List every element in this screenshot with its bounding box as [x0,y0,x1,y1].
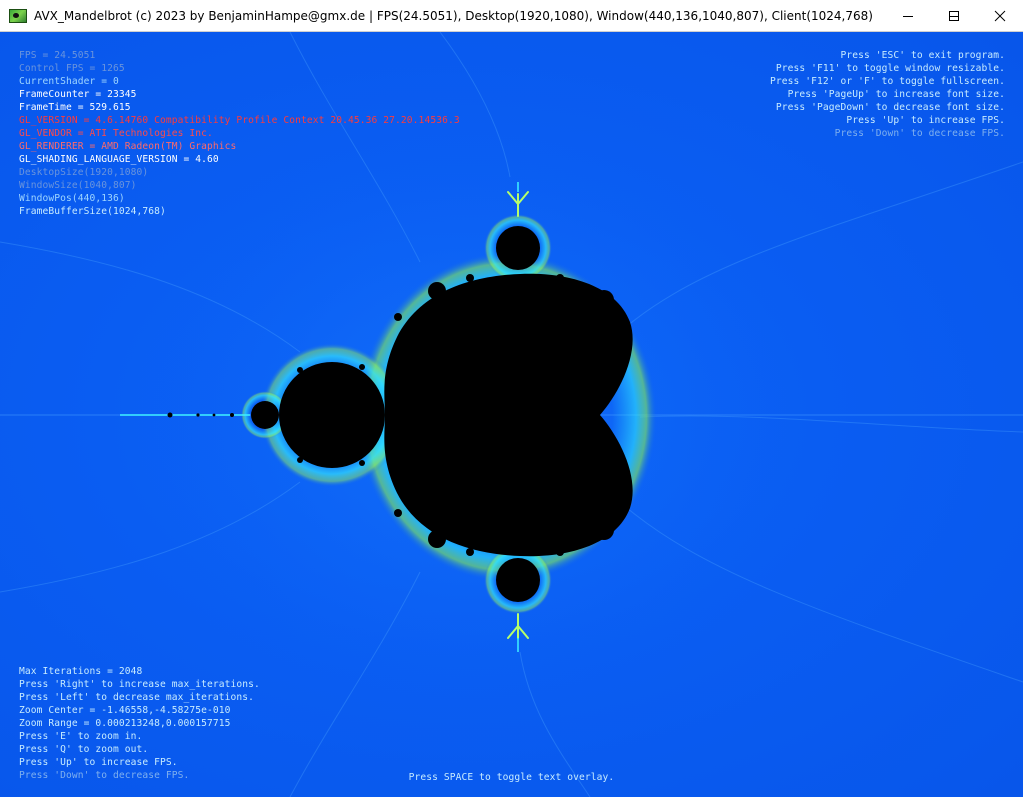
space-toggle-hint: Press SPACE to toggle text overlay. [408,772,615,783]
top-right-help: Press 'ESC' to exit program. Press 'F11' … [770,49,1005,140]
zoom-info-line: Press 'Right' to increase max_iterations… [19,679,260,690]
render-canvas[interactable]: FPS = 24.5051 Control FPS = 1265 CurrentSh… [0,32,1023,797]
info-line: FrameCounter = 23345 [19,89,137,100]
app-fractal-icon [9,8,27,23]
zoom-info-line: Zoom Range = 0.000213248,0.000157715 [19,718,231,729]
info-line: GL_VENDOR = ATI Technologies Inc. [19,128,213,139]
info-line: WindowPos(440,136) [19,193,125,204]
bottom-left-info: Max Iterations = 2048 Press 'Right' to in… [19,665,260,782]
info-line: FrameTime = 529.615 [19,102,131,113]
help-line: Press 'F12' or 'F' to toggle fullscreen. [769,76,1005,87]
info-line: GL_RENDERER = AMD Radeon(TM) Graphics [19,141,237,152]
help-line: Press 'PageDown' to decrease font size. [775,102,1005,113]
zoom-info-line: Max Iterations = 2048 [19,666,143,677]
info-line: FPS = 24.5051 [19,50,96,61]
help-line: Press 'Down' to decrease FPS. [834,128,1005,139]
help-line: Press 'ESC' to exit program. [840,50,1005,61]
close-icon [994,10,1006,21]
maximize-icon [949,10,959,21]
info-line: Control FPS = 1265 [19,63,125,74]
info-line: DesktopSize(1920,1080) [19,167,149,178]
info-line: GL_VERSION = 4.6.14760 Compatibility Pro… [19,115,460,126]
minimize-icon-2 [903,15,913,17]
help-line: Press 'F11' to toggle window resizable. [775,63,1005,74]
zoom-info-line: Press 'E' to zoom in. [19,731,143,742]
maximize-button[interactable] [931,0,977,31]
top-left-info: FPS = 24.5051 Control FPS = 1265 CurrentSh… [19,49,460,218]
zoom-info-line: Press 'Up' to increase FPS. [19,757,178,768]
help-line: Press 'PageUp' to increase font size. [787,89,1005,100]
zoom-info-line: Zoom Center = -1.46558,-4.58275e-010 [19,705,231,716]
secondary-bulb [279,362,385,468]
window-title: AVX_Mandelbrot (c) 2023 by BenjaminHampe… [34,8,873,23]
info-line: CurrentShader = 0 [19,76,119,87]
info-line: FrameBufferSize(1024,768) [19,206,166,217]
zoom-info-line: Press 'Left' to decrease max_iterations. [19,692,255,703]
info-line: WindowSize(1040,807) [19,180,137,191]
main-cardioid [384,273,633,557]
info-line: GL_SHADING_LANGUAGE_VERSION = 4.60 [19,154,219,165]
zoom-info-line: Press 'Q' to zoom out. [19,744,149,755]
title-bar[interactable]: AVX_Mandelbrot (c) 2023 by BenjaminHampe… [0,0,1023,32]
minimize-button-2[interactable] [885,0,931,31]
app-window: AVX_Mandelbrot (c) 2023 by BenjaminHampe… [0,0,1023,797]
close-button[interactable] [977,0,1023,31]
help-line: Press 'Up' to increase FPS. [846,115,1005,126]
